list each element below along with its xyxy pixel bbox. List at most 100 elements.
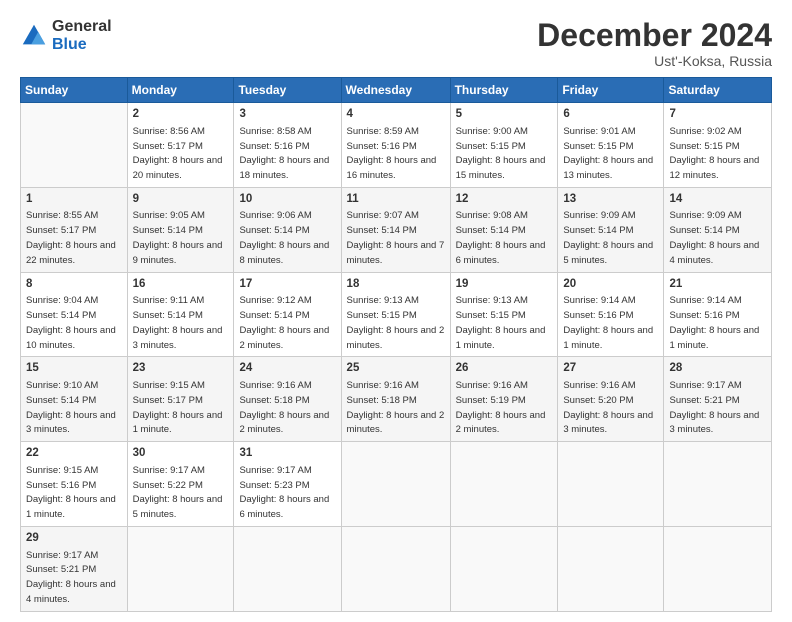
table-row: 17Sunrise: 9:12 AMSunset: 5:14 PMDayligh…: [234, 272, 341, 357]
table-row: 24 Sunrise: 9:16 AMSunset: 5:18 PMDayligh…: [234, 357, 341, 442]
calendar-row: 8 Sunrise: 9:04 AMSunset: 5:14 PMDaylight…: [21, 272, 772, 357]
day-number: 14: [669, 192, 766, 208]
table-row: 31Sunrise: 9:17 AMSunset: 5:23 PMDayligh…: [234, 442, 341, 527]
day-number: 28: [669, 361, 766, 377]
day-info: Sunrise: 9:01 AMSunset: 5:15 PMDaylight:…: [563, 126, 653, 181]
table-row: 8 Sunrise: 9:04 AMSunset: 5:14 PMDaylight…: [21, 272, 128, 357]
day-number: 5: [456, 107, 553, 123]
day-info: Sunrise: 9:15 AMSunset: 5:16 PMDaylight:…: [26, 465, 116, 520]
day-number: 11: [347, 192, 445, 208]
page: General Blue December 2024 Ust'-Koksa, R…: [0, 0, 792, 622]
day-number: 12: [456, 192, 553, 208]
logo-general: General: [52, 18, 112, 36]
table-row: 14 Sunrise: 9:09 AMSunset: 5:14 PMDayligh…: [664, 187, 772, 272]
col-saturday: Saturday: [664, 78, 772, 103]
logo: General Blue: [20, 18, 112, 53]
table-row: 6 Sunrise: 9:01 AMSunset: 5:15 PMDaylight…: [558, 103, 664, 188]
day-info: Sunrise: 9:09 AMSunset: 5:14 PMDaylight:…: [563, 210, 653, 265]
logo-icon: [20, 22, 48, 50]
col-tuesday: Tuesday: [234, 78, 341, 103]
calendar-row: 22 Sunrise: 9:15 AMSunset: 5:16 PMDayligh…: [21, 442, 772, 527]
day-info: Sunrise: 9:17 AMSunset: 5:21 PMDaylight:…: [26, 550, 116, 605]
calendar-row: 15Sunrise: 9:10 AMSunset: 5:14 PMDayligh…: [21, 357, 772, 442]
table-row: 15Sunrise: 9:10 AMSunset: 5:14 PMDayligh…: [21, 357, 128, 442]
day-info: Sunrise: 8:59 AMSunset: 5:16 PMDaylight:…: [347, 126, 437, 181]
day-info: Sunrise: 9:17 AMSunset: 5:22 PMDaylight:…: [133, 465, 223, 520]
table-row: [341, 442, 450, 527]
month-title: December 2024: [537, 18, 772, 53]
day-info: Sunrise: 9:11 AMSunset: 5:14 PMDaylight:…: [133, 295, 223, 350]
table-row: 3 Sunrise: 8:58 AMSunset: 5:16 PMDaylight…: [234, 103, 341, 188]
table-row: 27 Sunrise: 9:16 AMSunset: 5:20 PMDayligh…: [558, 357, 664, 442]
table-row: 29 Sunrise: 9:17 AMSunset: 5:21 PMDayligh…: [21, 527, 128, 612]
day-info: Sunrise: 9:07 AMSunset: 5:14 PMDaylight:…: [347, 210, 445, 265]
table-row: [450, 527, 558, 612]
table-row: 25 Sunrise: 9:16 AMSunset: 5:18 PMDayligh…: [341, 357, 450, 442]
day-info: Sunrise: 9:09 AMSunset: 5:14 PMDaylight:…: [669, 210, 759, 265]
col-thursday: Thursday: [450, 78, 558, 103]
table-row: [450, 442, 558, 527]
table-row: 23Sunrise: 9:15 AMSunset: 5:17 PMDayligh…: [127, 357, 234, 442]
table-row: [558, 442, 664, 527]
day-info: Sunrise: 8:58 AMSunset: 5:16 PMDaylight:…: [239, 126, 329, 181]
table-row: 4 Sunrise: 8:59 AMSunset: 5:16 PMDaylight…: [341, 103, 450, 188]
day-info: Sunrise: 9:08 AMSunset: 5:14 PMDaylight:…: [456, 210, 546, 265]
day-number: 1: [26, 192, 122, 208]
table-row: [341, 527, 450, 612]
day-info: Sunrise: 9:12 AMSunset: 5:14 PMDaylight:…: [239, 295, 329, 350]
day-number: 22: [26, 446, 122, 462]
day-number: 27: [563, 361, 658, 377]
day-number: 8: [26, 277, 122, 293]
day-info: Sunrise: 9:16 AMSunset: 5:20 PMDaylight:…: [563, 380, 653, 435]
day-info: Sunrise: 9:04 AMSunset: 5:14 PMDaylight:…: [26, 295, 116, 350]
day-number: 4: [347, 107, 445, 123]
table-row: 2Sunrise: 8:56 AMSunset: 5:17 PMDaylight…: [127, 103, 234, 188]
title-block: December 2024 Ust'-Koksa, Russia: [537, 18, 772, 69]
calendar-row: 29 Sunrise: 9:17 AMSunset: 5:21 PMDayligh…: [21, 527, 772, 612]
day-number: 25: [347, 361, 445, 377]
table-row: 11 Sunrise: 9:07 AMSunset: 5:14 PMDayligh…: [341, 187, 450, 272]
calendar-row: 1 Sunrise: 8:55 AMSunset: 5:17 PMDaylight…: [21, 187, 772, 272]
day-number: 7: [669, 107, 766, 123]
location: Ust'-Koksa, Russia: [537, 53, 772, 69]
day-number: 29: [26, 531, 122, 547]
table-row: [21, 103, 128, 188]
day-number: 3: [239, 107, 335, 123]
day-info: Sunrise: 9:16 AMSunset: 5:18 PMDaylight:…: [239, 380, 329, 435]
day-info: Sunrise: 9:17 AMSunset: 5:23 PMDaylight:…: [239, 465, 329, 520]
col-sunday: Sunday: [21, 78, 128, 103]
day-number: 24: [239, 361, 335, 377]
logo-blue: Blue: [52, 36, 112, 54]
day-info: Sunrise: 9:17 AMSunset: 5:21 PMDaylight:…: [669, 380, 759, 435]
day-number: 20: [563, 277, 658, 293]
day-number: 21: [669, 277, 766, 293]
table-row: 1 Sunrise: 8:55 AMSunset: 5:17 PMDaylight…: [21, 187, 128, 272]
calendar-row: 2Sunrise: 8:56 AMSunset: 5:17 PMDaylight…: [21, 103, 772, 188]
table-row: [127, 527, 234, 612]
table-row: 20Sunrise: 9:14 AMSunset: 5:16 PMDayligh…: [558, 272, 664, 357]
table-row: 26Sunrise: 9:16 AMSunset: 5:19 PMDayligh…: [450, 357, 558, 442]
table-row: 5 Sunrise: 9:00 AMSunset: 5:15 PMDaylight…: [450, 103, 558, 188]
table-row: 28 Sunrise: 9:17 AMSunset: 5:21 PMDayligh…: [664, 357, 772, 442]
day-number: 23: [133, 361, 229, 377]
day-info: Sunrise: 9:16 AMSunset: 5:19 PMDaylight:…: [456, 380, 546, 435]
logo-text: General Blue: [52, 18, 112, 53]
day-info: Sunrise: 9:16 AMSunset: 5:18 PMDaylight:…: [347, 380, 445, 435]
day-number: 9: [133, 192, 229, 208]
day-number: 30: [133, 446, 229, 462]
header: General Blue December 2024 Ust'-Koksa, R…: [20, 18, 772, 69]
day-number: 6: [563, 107, 658, 123]
day-info: Sunrise: 8:55 AMSunset: 5:17 PMDaylight:…: [26, 210, 116, 265]
table-row: 10Sunrise: 9:06 AMSunset: 5:14 PMDayligh…: [234, 187, 341, 272]
day-number: 10: [239, 192, 335, 208]
day-number: 13: [563, 192, 658, 208]
col-monday: Monday: [127, 78, 234, 103]
day-number: 16: [133, 277, 229, 293]
table-row: 13 Sunrise: 9:09 AMSunset: 5:14 PMDayligh…: [558, 187, 664, 272]
table-row: [558, 527, 664, 612]
day-info: Sunrise: 9:13 AMSunset: 5:15 PMDaylight:…: [456, 295, 546, 350]
day-number: 19: [456, 277, 553, 293]
day-info: Sunrise: 9:00 AMSunset: 5:15 PMDaylight:…: [456, 126, 546, 181]
table-row: [664, 527, 772, 612]
table-row: 19 Sunrise: 9:13 AMSunset: 5:15 PMDayligh…: [450, 272, 558, 357]
